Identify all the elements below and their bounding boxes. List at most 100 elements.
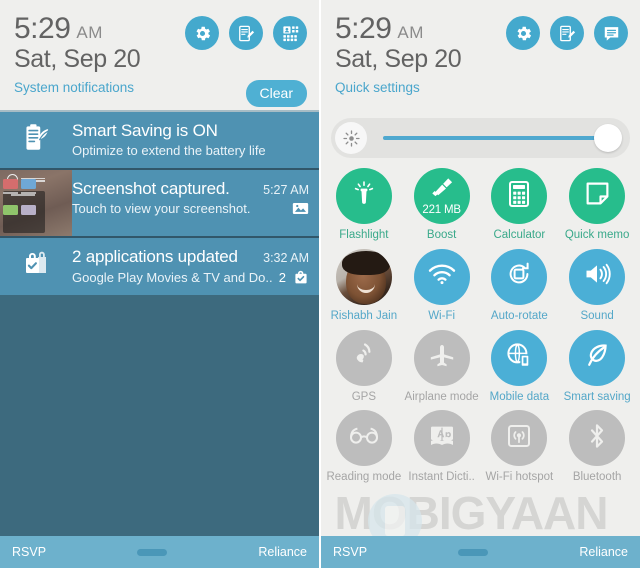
tile-label: Calculator [493,229,546,241]
tile-circle[interactable] [569,248,626,305]
notification-title: Screenshot captured. [72,179,230,198]
tile-smart-saving[interactable]: Smart saving [558,329,636,405]
hotspot-icon [506,423,532,454]
tile-circle[interactable] [413,329,470,386]
settings-gear-icon [193,24,212,43]
settings-gear-button[interactable] [506,16,540,50]
drag-handle[interactable] [367,548,579,556]
tile-wifi-hotspot[interactable]: Wi-Fi hotspot [481,410,559,485]
tile-circle[interactable]: 221 MB [413,168,470,224]
notification-subtitle: Touch to view your screenshot. [72,201,251,216]
bluetooth-icon [585,422,609,455]
image-icon [292,201,309,216]
drag-handle[interactable] [46,548,258,556]
notification-icon [0,238,72,295]
dual-screenshot-comparison: 5:29 AM Sat, Sep 20 System notifications [0,0,640,568]
screenshot-thumbnail[interactable] [0,170,72,236]
contacts-grid-button[interactable] [273,16,307,50]
tile-circle[interactable] [413,410,470,467]
play-store-bag-icon [20,248,52,285]
clear-notifications-button[interactable]: Clear [245,80,307,108]
carrier-left-label: RSVP [12,545,47,559]
tile-circle[interactable] [491,248,548,305]
tile-airplane-mode[interactable]: Airplane mode [403,329,481,405]
tile-circle[interactable] [569,168,626,224]
tile-label: Reading mode [326,471,402,484]
notification-title: 2 applications updated [72,247,238,266]
tile-circle[interactable] [491,329,548,386]
notification-time: 3:32 AM [263,251,309,265]
brightness-knob[interactable] [594,124,622,152]
tile-circle[interactable] [569,410,626,467]
notification-subtitle: Google Play Movies & TV and Do.. [72,269,273,285]
tile-auto-rotate[interactable]: Auto-rotate [481,248,559,324]
brightness-track-fill [383,136,608,140]
notification-count-badge: 2 [278,269,286,285]
list-bubble-icon [602,24,621,43]
notification-row-app-updates[interactable]: 2 applications updated 3:32 AM Google Pl… [0,236,319,295]
edit-note-button[interactable] [229,16,263,50]
tile-label: Flashlight [339,229,389,241]
notification-row-smart-saving[interactable]: Smart Saving is ON Optimize to extend th… [0,112,319,168]
tile-label: Auto-rotate [490,309,548,322]
tile-wifi[interactable]: Wi-Fi [403,248,481,324]
settings-gear-button[interactable] [185,16,219,50]
status-navbar-left: RSVP Reliance [0,536,319,568]
tile-label: Wi-Fi [428,309,456,322]
notification-shade-panel: 5:29 AM Sat, Sep 20 System notifications [0,0,321,568]
contacts-grid-icon [281,24,300,43]
tile-circle[interactable] [413,248,470,305]
brightness-slider-row[interactable] [331,118,630,158]
tile-circle[interactable] [335,410,392,467]
avatar-hair [341,250,390,275]
tile-circle[interactable] [335,329,392,386]
tile-user-profile[interactable]: Rishabh Jain [325,248,403,324]
quick-settings-body: Flashlight 221 MB Boost Calculator Quick… [321,110,640,536]
header-icon-group [185,16,307,50]
airplane-icon [428,341,456,374]
tile-label: Wi-Fi hotspot [485,471,554,484]
tile-bluetooth[interactable]: Bluetooth [558,410,636,485]
glasses-icon [349,426,379,451]
edit-note-button[interactable] [550,16,584,50]
dictionary-icon [428,424,456,453]
tile-circle[interactable] [491,168,548,224]
tile-quick-memo[interactable]: Quick memo [558,168,636,243]
notification-body: Screenshot captured. 5:27 AM Touch to vi… [72,170,319,236]
avatar[interactable] [335,248,392,305]
clock-time: 5:29 [335,12,392,45]
notification-body: Smart Saving is ON Optimize to extend th… [72,112,319,168]
carrier-right-label: Reliance [579,545,628,559]
tile-circle[interactable] [335,168,392,224]
notification-title: Smart Saving is ON [72,121,218,140]
tile-reading-mode[interactable]: Reading mode [325,410,403,485]
edit-note-icon [558,24,577,43]
tile-label: Instant Dicti.. [408,471,475,484]
thumbnail-app-grid [3,179,36,215]
clock-ampm: AM [76,23,103,42]
tile-mobile-data[interactable]: Mobile data [481,329,559,405]
brightness-track[interactable] [375,122,622,154]
battery-leaf-icon [19,121,53,160]
tile-boost-value: 221 MB [422,204,461,216]
tile-sound[interactable]: Sound [558,248,636,324]
notification-list: Smart Saving is ON Optimize to extend th… [0,110,319,536]
tile-calculator[interactable]: Calculator [481,168,559,243]
auto-rotate-icon [505,260,533,293]
quick-settings-tile-grid: Flashlight 221 MB Boost Calculator Quick… [321,158,640,485]
tile-circle[interactable] [569,329,626,386]
quick-memo-icon [584,180,611,212]
notification-subtitle: Optimize to extend the battery life [72,143,266,158]
settings-gear-icon [514,24,533,43]
header-icon-group [506,16,628,50]
tile-instant-dictionary[interactable]: Instant Dicti.. [403,410,481,485]
brightness-icon[interactable] [335,122,367,154]
tile-gps[interactable]: GPS [325,329,403,405]
tile-circle[interactable] [491,410,548,467]
notification-row-screenshot[interactable]: Screenshot captured. 5:27 AM Touch to vi… [0,168,319,236]
tile-boost[interactable]: 221 MB Boost [403,168,481,243]
tile-label: Rishabh Jain [330,309,398,322]
list-bubble-button[interactable] [594,16,628,50]
tile-flashlight[interactable]: Flashlight [325,168,403,243]
clock-time: 5:29 [14,12,71,45]
